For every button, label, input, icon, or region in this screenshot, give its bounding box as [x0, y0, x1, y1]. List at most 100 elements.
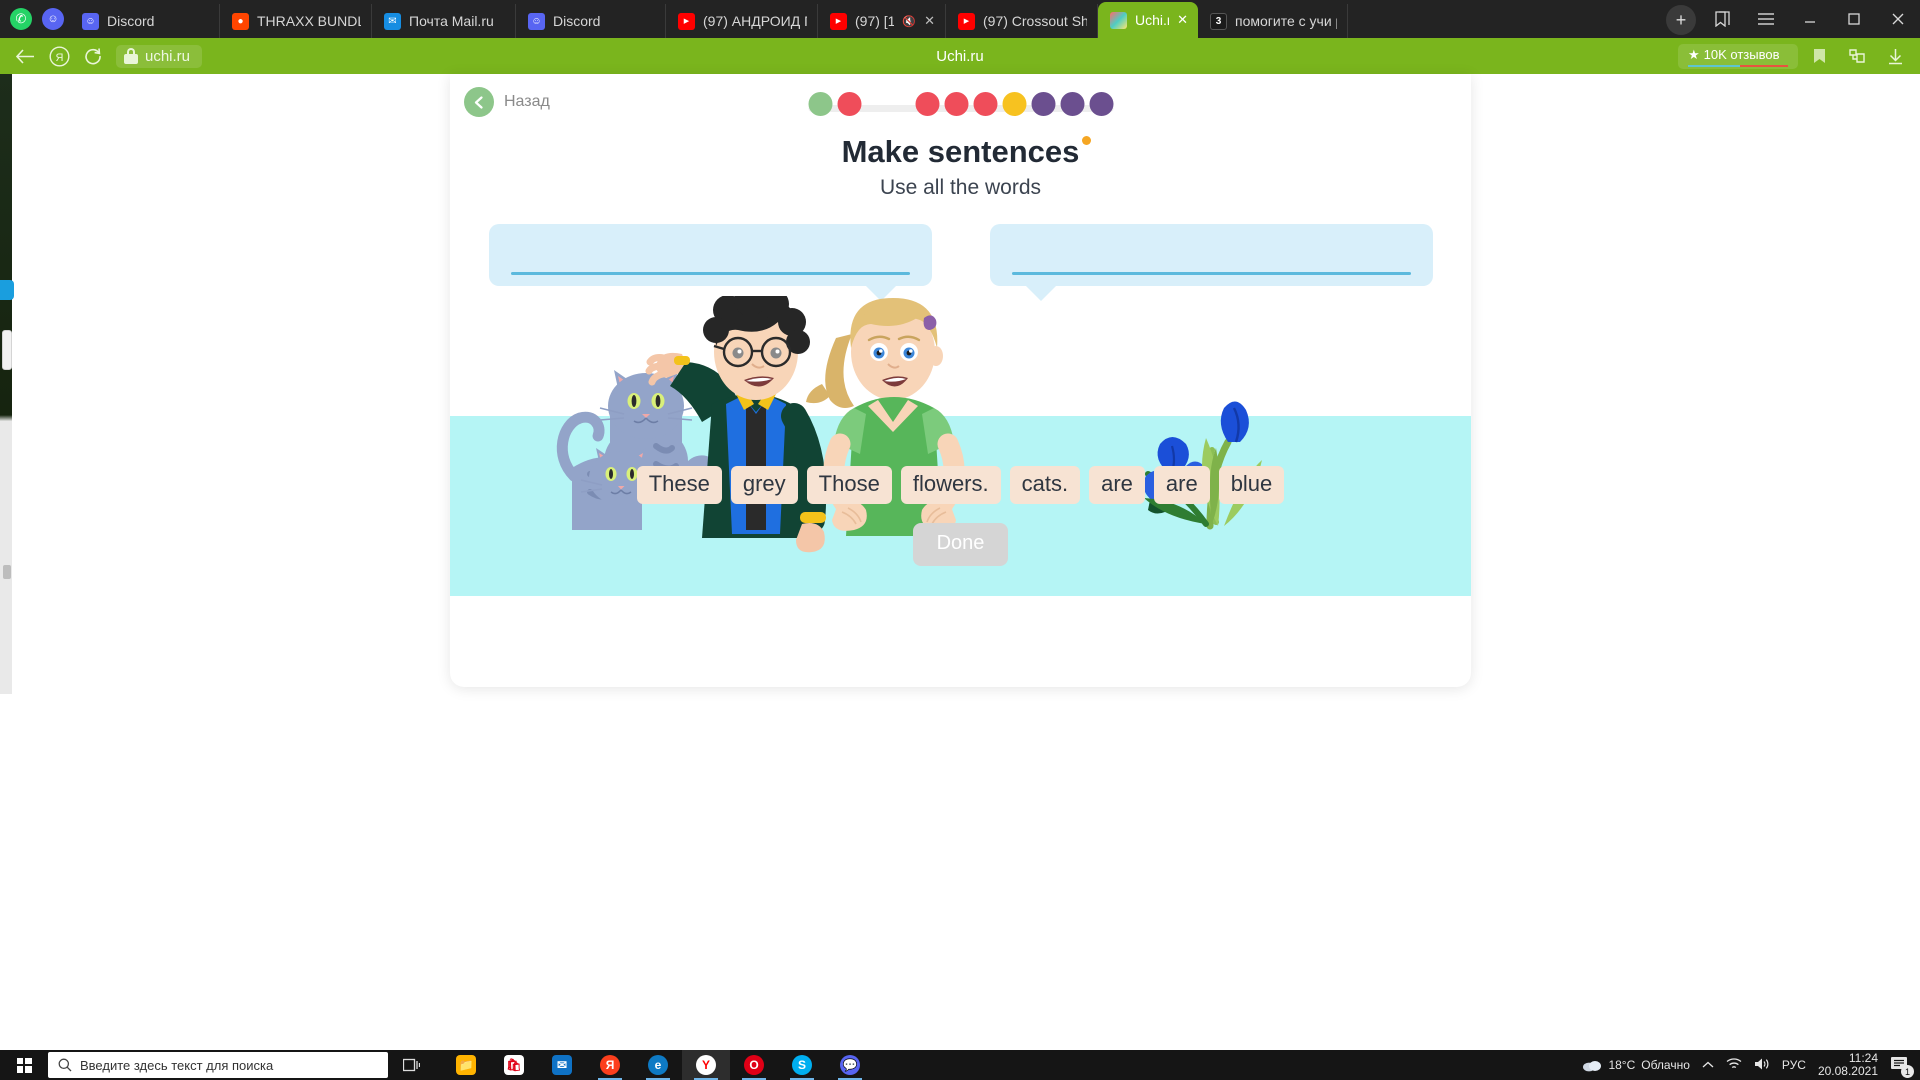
- address-bar[interactable]: uchi.ru: [116, 44, 203, 68]
- taskbar-app-yandex-browser[interactable]: Я: [586, 1050, 634, 1080]
- whatsapp-icon[interactable]: ✆: [10, 8, 32, 30]
- progress-dot: [1002, 92, 1026, 116]
- bookmark-icon[interactable]: [1802, 41, 1836, 71]
- browser-tab[interactable]: (97) АНДРОИД ПРОТ: [666, 4, 818, 38]
- browser-tab[interactable]: ☺ Discord: [70, 4, 220, 38]
- taskbar-app-opera[interactable]: O: [730, 1050, 778, 1080]
- youtube-icon: [830, 12, 847, 30]
- browser-tab[interactable]: ● THRAXX BUNDLE! : Dr: [220, 4, 372, 38]
- reviews-badge[interactable]: ★ 10K отзывов: [1678, 43, 1798, 69]
- downloads-icon[interactable]: [1878, 41, 1912, 71]
- illustration-scene: These grey Those flowers. cats. are are blue Do…: [450, 296, 1471, 596]
- word-tile[interactable]: are: [1153, 466, 1210, 504]
- browser-tab-title: (97) АНДРОИД ПРОТ: [703, 13, 807, 29]
- browser-tab-title: THRAXX BUNDLE! : Dr: [257, 13, 361, 29]
- progress-dot: [1089, 92, 1113, 116]
- uchi-icon: [1110, 11, 1127, 29]
- exercise-subtitle: Use all the words: [879, 176, 1042, 199]
- taskbar-search-placeholder: Введите здесь текст для поиска: [80, 1057, 274, 1073]
- weather-widget[interactable]: 18°C Облачно: [1582, 1058, 1690, 1072]
- browser-tab[interactable]: (97) Crossout Show: H: [946, 4, 1098, 38]
- wifi-icon[interactable]: [1726, 1057, 1742, 1073]
- answer-underline: [1011, 272, 1411, 275]
- taskbar-app-yandex[interactable]: Y: [682, 1050, 730, 1080]
- reviews-label: 10K отзывов: [1703, 47, 1780, 62]
- word-tile[interactable]: are: [1089, 466, 1145, 504]
- toolbar-right-actions: ★ 10K отзывов: [1678, 41, 1912, 71]
- clock[interactable]: 11:24 20.08.2021: [1818, 1052, 1878, 1078]
- tab-close-icon[interactable]: ✕: [924, 13, 935, 29]
- progress-gap: [866, 92, 910, 116]
- progress-indicator: [808, 92, 1113, 116]
- browser-tab[interactable]: Uchi.ru ✕: [1098, 2, 1198, 38]
- file-explorer-icon: 📁: [456, 1055, 476, 1075]
- reload-icon[interactable]: [76, 41, 110, 71]
- left-edge-scrollbar[interactable]: [3, 565, 11, 579]
- back-button-label: Назад: [504, 93, 550, 110]
- pinned-tabs: ✆ ☺: [0, 0, 70, 38]
- answer-slot-1[interactable]: [488, 224, 932, 301]
- word-tile[interactable]: Those: [806, 466, 892, 504]
- start-button[interactable]: [0, 1050, 48, 1080]
- tab-list: ☺ Discord ● THRAXX BUNDLE! : Dr ✉ Почта Mail.…: [70, 0, 1660, 38]
- language-indicator[interactable]: РУС: [1782, 1058, 1806, 1072]
- word-tile[interactable]: cats.: [1009, 466, 1081, 504]
- taskbar-app-discord[interactable]: 💬: [826, 1050, 874, 1080]
- browser-tabstrip: ✆ ☺ ☺ Discord ● THRAXX BUNDLE! : Dr ✉ Почта M…: [0, 0, 1920, 38]
- star-icon: ★: [1688, 46, 1700, 62]
- chevron-left-icon: [464, 87, 494, 117]
- browser-tab[interactable]: 3 помогите с учи ру по: [1198, 4, 1348, 38]
- taskbar-app-microsoft-store[interactable]: 🛍: [490, 1050, 538, 1080]
- new-marker-dot-icon: [1082, 136, 1092, 145]
- menu-icon[interactable]: [1744, 0, 1788, 38]
- maximize-icon[interactable]: [1832, 0, 1876, 38]
- yandex-logo-icon[interactable]: Я: [42, 41, 76, 71]
- lock-icon: [124, 48, 138, 64]
- answer-bubbles: [450, 224, 1471, 301]
- taskbar-app-file-explorer[interactable]: 📁: [442, 1050, 490, 1080]
- flowers-illustration: [1143, 401, 1262, 530]
- minimize-icon[interactable]: [1788, 0, 1832, 38]
- tab-close-icon[interactable]: ✕: [1177, 12, 1188, 28]
- collections-icon[interactable]: [1700, 0, 1744, 38]
- close-icon[interactable]: [1876, 0, 1920, 38]
- system-tray: 18°C Облачно РУС 11:24 20.08.2021 1: [1582, 1052, 1920, 1078]
- answer-slot-2[interactable]: [989, 224, 1433, 301]
- tab-mute-icon[interactable]: 🔇: [902, 15, 916, 28]
- browser-tab[interactable]: ✉ Почта Mail.ru: [372, 4, 516, 38]
- word-tile[interactable]: flowers.: [900, 466, 1001, 504]
- browser-toolbar: Я uchi.ru Uchi.ru ★ 10K отзывов: [0, 38, 1920, 74]
- back-button[interactable]: Назад: [464, 87, 550, 117]
- page-title: Uchi.ru: [936, 47, 984, 65]
- notification-count: 1: [1901, 1065, 1914, 1078]
- notification-center-icon[interactable]: 1: [1890, 1055, 1914, 1078]
- browser-tab[interactable]: (97) [1 ЧАС] Нат 🔇 ✕: [818, 4, 946, 38]
- taskbar-app-skype[interactable]: S: [778, 1050, 826, 1080]
- word-tile[interactable]: These: [636, 466, 722, 504]
- progress-dot: [973, 92, 997, 116]
- back-icon[interactable]: [8, 41, 42, 71]
- mail-icon: ✉: [384, 12, 401, 30]
- new-tab-button[interactable]: +: [1666, 5, 1696, 35]
- clock-date: 20.08.2021: [1817, 1064, 1878, 1078]
- exercise-title-text: Make sentences: [841, 134, 1080, 169]
- skype-icon: S: [792, 1055, 812, 1075]
- extensions-icon[interactable]: [1840, 41, 1874, 71]
- taskbar-app-microsoft-edge[interactable]: e: [634, 1050, 682, 1080]
- taskbar-search[interactable]: Введите здесь текст для поиска: [48, 1052, 388, 1078]
- task-view-icon[interactable]: [388, 1050, 434, 1080]
- progress-dot: [808, 92, 832, 116]
- done-button[interactable]: Done: [912, 523, 1009, 566]
- volume-icon[interactable]: [1754, 1057, 1770, 1074]
- word-tile[interactable]: blue: [1218, 466, 1285, 504]
- discord-icon[interactable]: ☺: [42, 8, 64, 30]
- weather-label: Облачно: [1641, 1058, 1690, 1072]
- taskbar-app-mail[interactable]: ✉: [538, 1050, 586, 1080]
- reviews-rating-bar: [1688, 64, 1788, 67]
- svg-text:Я: Я: [55, 52, 63, 64]
- tray-expand-icon[interactable]: [1702, 1058, 1714, 1072]
- discord-icon: ☺: [528, 12, 545, 30]
- browser-tab[interactable]: ☺ Discord: [516, 4, 666, 38]
- screen: ✆ ☺ ☺ Discord ● THRAXX BUNDLE! : Dr ✉ Почта M…: [0, 0, 1920, 1080]
- word-tile[interactable]: grey: [730, 466, 798, 504]
